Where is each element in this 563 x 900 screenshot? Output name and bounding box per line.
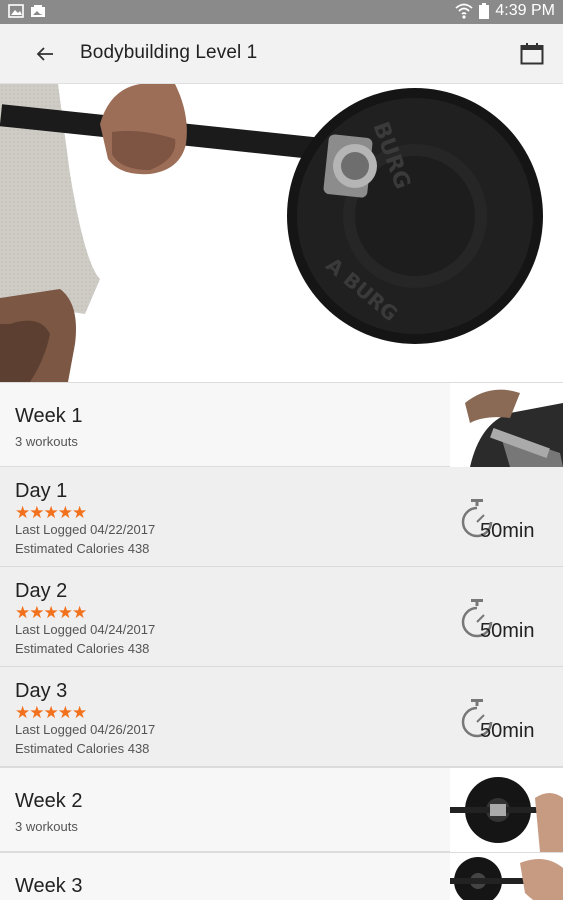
week-row-1[interactable]: Week 1 3 workouts bbox=[0, 382, 563, 467]
week-title: Week 3 bbox=[15, 875, 83, 897]
battery-icon bbox=[479, 3, 490, 19]
calendar-icon bbox=[520, 43, 544, 65]
last-logged: Last Logged 04/24/2017 bbox=[15, 622, 156, 637]
week-subtitle: 3 workouts bbox=[15, 819, 78, 834]
day-row-1[interactable]: Day 1 ★★★★★ Last Logged 04/22/2017 Estim… bbox=[0, 467, 563, 567]
week-subtitle: 3 workouts bbox=[15, 434, 78, 449]
week-title: Week 2 bbox=[15, 790, 83, 812]
curl-photo bbox=[450, 383, 563, 467]
back-button[interactable] bbox=[30, 40, 60, 68]
workout-list: Week 1 3 workouts Day 1 ★★★★★ Last Logge… bbox=[0, 382, 563, 900]
duration: 50min bbox=[480, 620, 535, 642]
estimated-calories: Estimated Calories 438 bbox=[15, 641, 150, 656]
duration: 50min bbox=[480, 720, 535, 742]
duration: 50min bbox=[480, 520, 535, 542]
calendar-button[interactable] bbox=[517, 40, 547, 68]
estimated-calories: Estimated Calories 438 bbox=[15, 741, 150, 756]
wifi-icon bbox=[455, 3, 473, 19]
day-row-2[interactable]: Day 2 ★★★★★ Last Logged 04/24/2017 Estim… bbox=[0, 567, 563, 667]
status-time: 4:39 PM bbox=[495, 2, 555, 19]
week-title: Week 1 bbox=[15, 405, 83, 427]
page-title: Bodybuilding Level 1 bbox=[80, 42, 258, 63]
week-thumbnail bbox=[450, 383, 563, 467]
barbell-deadlift-photo: BURG A BURG bbox=[0, 84, 543, 382]
day-title: Day 1 bbox=[15, 480, 68, 502]
day-title: Day 3 bbox=[15, 680, 68, 702]
hero-image: BURG A BURG bbox=[0, 84, 563, 382]
day-row-3[interactable]: Day 3 ★★★★★ Last Logged 04/26/2017 Estim… bbox=[0, 667, 563, 767]
arrow-left-icon bbox=[36, 47, 53, 61]
rating-stars: ★★★★★ bbox=[15, 703, 87, 722]
estimated-calories: Estimated Calories 438 bbox=[15, 541, 150, 556]
gallery-icon bbox=[31, 5, 45, 17]
barbell-photo bbox=[450, 768, 563, 852]
image-icon bbox=[8, 4, 24, 18]
week-row-3[interactable]: Week 3 bbox=[0, 852, 563, 900]
week-thumbnail bbox=[450, 853, 563, 900]
notification-icons bbox=[8, 4, 46, 18]
app-toolbar: Bodybuilding Level 1 bbox=[0, 24, 563, 84]
status-bar: 4:39 PM bbox=[0, 0, 563, 24]
last-logged: Last Logged 04/22/2017 bbox=[15, 522, 156, 537]
bench-press-photo bbox=[450, 853, 563, 900]
day-title: Day 2 bbox=[15, 580, 68, 602]
rating-stars: ★★★★★ bbox=[15, 503, 87, 522]
rating-stars: ★★★★★ bbox=[15, 603, 87, 622]
week-thumbnail bbox=[450, 768, 563, 852]
week-row-2[interactable]: Week 2 3 workouts bbox=[0, 767, 563, 852]
last-logged: Last Logged 04/26/2017 bbox=[15, 722, 156, 737]
